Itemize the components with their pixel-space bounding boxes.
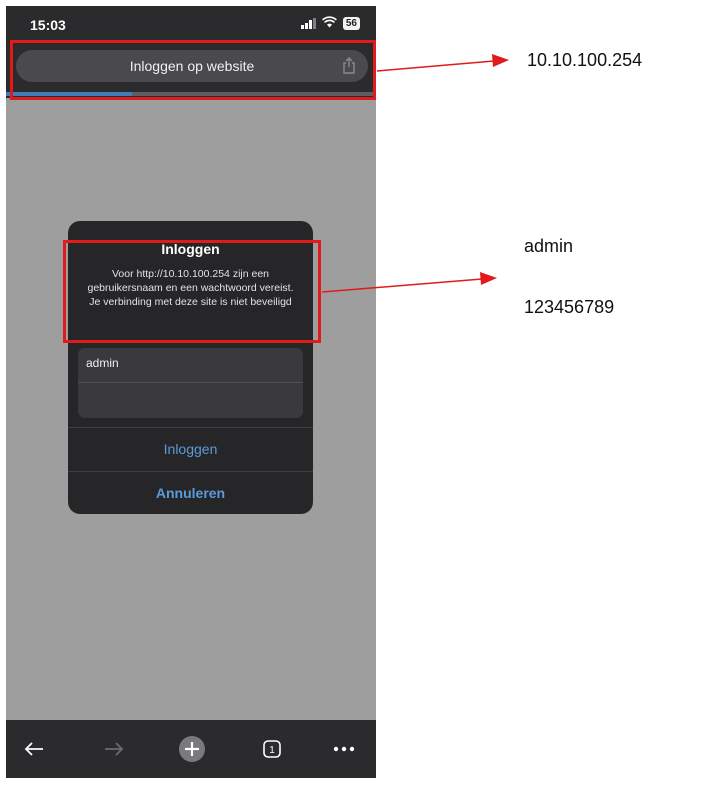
url-annotation: 10.10.100.254 — [527, 50, 643, 70]
url-arrow-head — [492, 54, 509, 67]
credentials-arrow-head — [480, 272, 497, 285]
username-annotation: admin — [524, 236, 574, 256]
password-annotation: 123456789 — [524, 297, 615, 317]
url-arrow-line — [376, 60, 495, 72]
annotation-arrows — [321, 54, 509, 293]
credentials-arrow-line — [321, 278, 483, 293]
